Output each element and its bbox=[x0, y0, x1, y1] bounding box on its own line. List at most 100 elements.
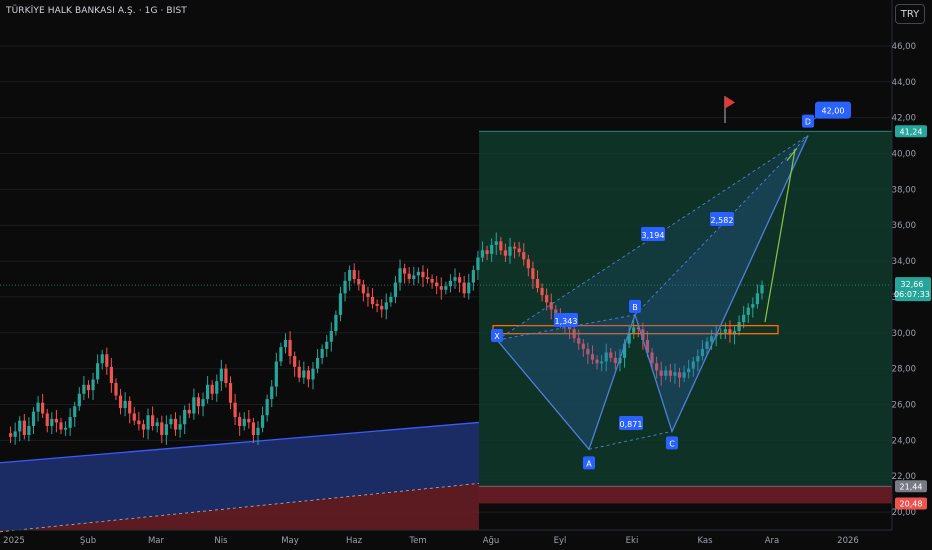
candle-body bbox=[499, 241, 503, 251]
candle-body bbox=[393, 282, 398, 297]
countdown-label: 06:07:33 bbox=[894, 290, 930, 299]
candle-body bbox=[334, 314, 338, 331]
candle-body bbox=[215, 381, 219, 394]
candle-body bbox=[164, 424, 168, 435]
candle-body bbox=[22, 420, 26, 435]
candle-body bbox=[476, 257, 480, 271]
x-tick-label: Mar bbox=[148, 536, 165, 546]
candle-body bbox=[265, 399, 269, 416]
candle-body bbox=[8, 433, 13, 437]
candle-body bbox=[522, 252, 526, 260]
candle-body bbox=[398, 268, 402, 283]
candle-body bbox=[508, 246, 512, 256]
candle-body bbox=[320, 348, 324, 358]
candle-body bbox=[118, 395, 123, 409]
candle-body bbox=[357, 279, 361, 285]
y-tick-label: 46,00 bbox=[892, 42, 916, 52]
candle-body bbox=[279, 347, 283, 362]
candle-body bbox=[123, 400, 127, 409]
candle-body bbox=[105, 354, 109, 367]
candle-body bbox=[535, 279, 540, 288]
y-tick-label: 28,00 bbox=[892, 365, 916, 375]
candle-body bbox=[480, 250, 485, 258]
candle-body bbox=[109, 366, 113, 383]
candle-body bbox=[632, 327, 636, 333]
candle-body bbox=[13, 431, 17, 437]
candle-body bbox=[146, 415, 150, 430]
candle-body bbox=[260, 415, 265, 428]
candle-body bbox=[224, 368, 228, 383]
ratio-label: 1,343 bbox=[555, 317, 578, 326]
candle-body bbox=[238, 417, 242, 427]
x-tick-label: Kas bbox=[697, 536, 713, 546]
price-chart[interactable]: XABCD1,3430,8713,1942,58242,0020,0022,00… bbox=[0, 0, 932, 550]
candle-body bbox=[288, 339, 292, 357]
candle-body bbox=[173, 418, 178, 430]
candle-body bbox=[338, 293, 343, 315]
candle-body bbox=[251, 422, 256, 435]
x-tick-label: 2026 bbox=[837, 536, 859, 546]
y-tick-label: 30,00 bbox=[892, 329, 916, 339]
candle-body bbox=[485, 250, 489, 254]
candle-body bbox=[439, 286, 443, 290]
level-label: 20,48 bbox=[900, 499, 923, 508]
candle-body bbox=[155, 422, 159, 427]
x-tick-label: Eki bbox=[626, 536, 639, 546]
candle-body bbox=[205, 384, 210, 400]
candle-body bbox=[737, 322, 741, 331]
candle-body bbox=[742, 314, 746, 323]
y-tick-label: 34,00 bbox=[892, 257, 916, 267]
candle-body bbox=[416, 271, 420, 276]
candle-body bbox=[187, 409, 191, 414]
candle-body bbox=[228, 382, 233, 403]
candle-body bbox=[100, 354, 104, 364]
candle-body bbox=[540, 287, 544, 296]
candle-body bbox=[219, 368, 223, 382]
harmonic-point-label: C bbox=[669, 439, 675, 448]
candle-body bbox=[425, 277, 430, 279]
candle-body bbox=[375, 304, 379, 306]
candle-body bbox=[315, 357, 320, 369]
candle-body bbox=[435, 282, 439, 287]
candle-body bbox=[403, 268, 407, 274]
candle-body bbox=[96, 363, 100, 380]
candle-body bbox=[325, 341, 329, 349]
candle-body bbox=[283, 339, 288, 348]
candle-body bbox=[233, 402, 237, 418]
x-tick-label: May bbox=[281, 536, 299, 546]
candle-body bbox=[86, 384, 91, 391]
candle-body bbox=[421, 271, 425, 278]
y-tick-label: 42,00 bbox=[892, 114, 916, 124]
candle-body bbox=[151, 415, 155, 427]
candle-body bbox=[54, 418, 59, 423]
y-tick-label: 20,00 bbox=[892, 508, 916, 518]
candle-body bbox=[471, 270, 475, 283]
candle-body bbox=[531, 268, 535, 279]
candle-body bbox=[760, 285, 764, 294]
candle-body bbox=[68, 417, 72, 428]
harmonic-point-label: B bbox=[632, 303, 638, 312]
candle-body bbox=[380, 305, 384, 310]
candle-body bbox=[293, 356, 297, 367]
candle-body bbox=[453, 277, 457, 281]
candle-body bbox=[160, 422, 164, 435]
y-tick-label: 24,00 bbox=[892, 436, 916, 446]
stop-zone bbox=[479, 486, 892, 504]
candle-body bbox=[457, 277, 462, 283]
y-tick-label: 40,00 bbox=[892, 150, 916, 160]
candle-body bbox=[517, 248, 521, 253]
x-tick-label: Ağu bbox=[483, 536, 500, 546]
candle-body bbox=[114, 382, 118, 396]
candle-body bbox=[723, 329, 727, 333]
target-label: 42,00 bbox=[822, 107, 845, 116]
currency-button[interactable]: TRY bbox=[895, 4, 925, 24]
harmonic-point-label: D bbox=[805, 118, 811, 127]
candle-body bbox=[526, 259, 530, 269]
candle-body bbox=[192, 397, 196, 414]
candle-body bbox=[467, 282, 471, 294]
candle-body bbox=[545, 295, 549, 303]
candle-body bbox=[128, 400, 132, 414]
candle-body bbox=[751, 304, 755, 308]
candle-body bbox=[490, 244, 494, 254]
candle-body bbox=[210, 384, 214, 394]
